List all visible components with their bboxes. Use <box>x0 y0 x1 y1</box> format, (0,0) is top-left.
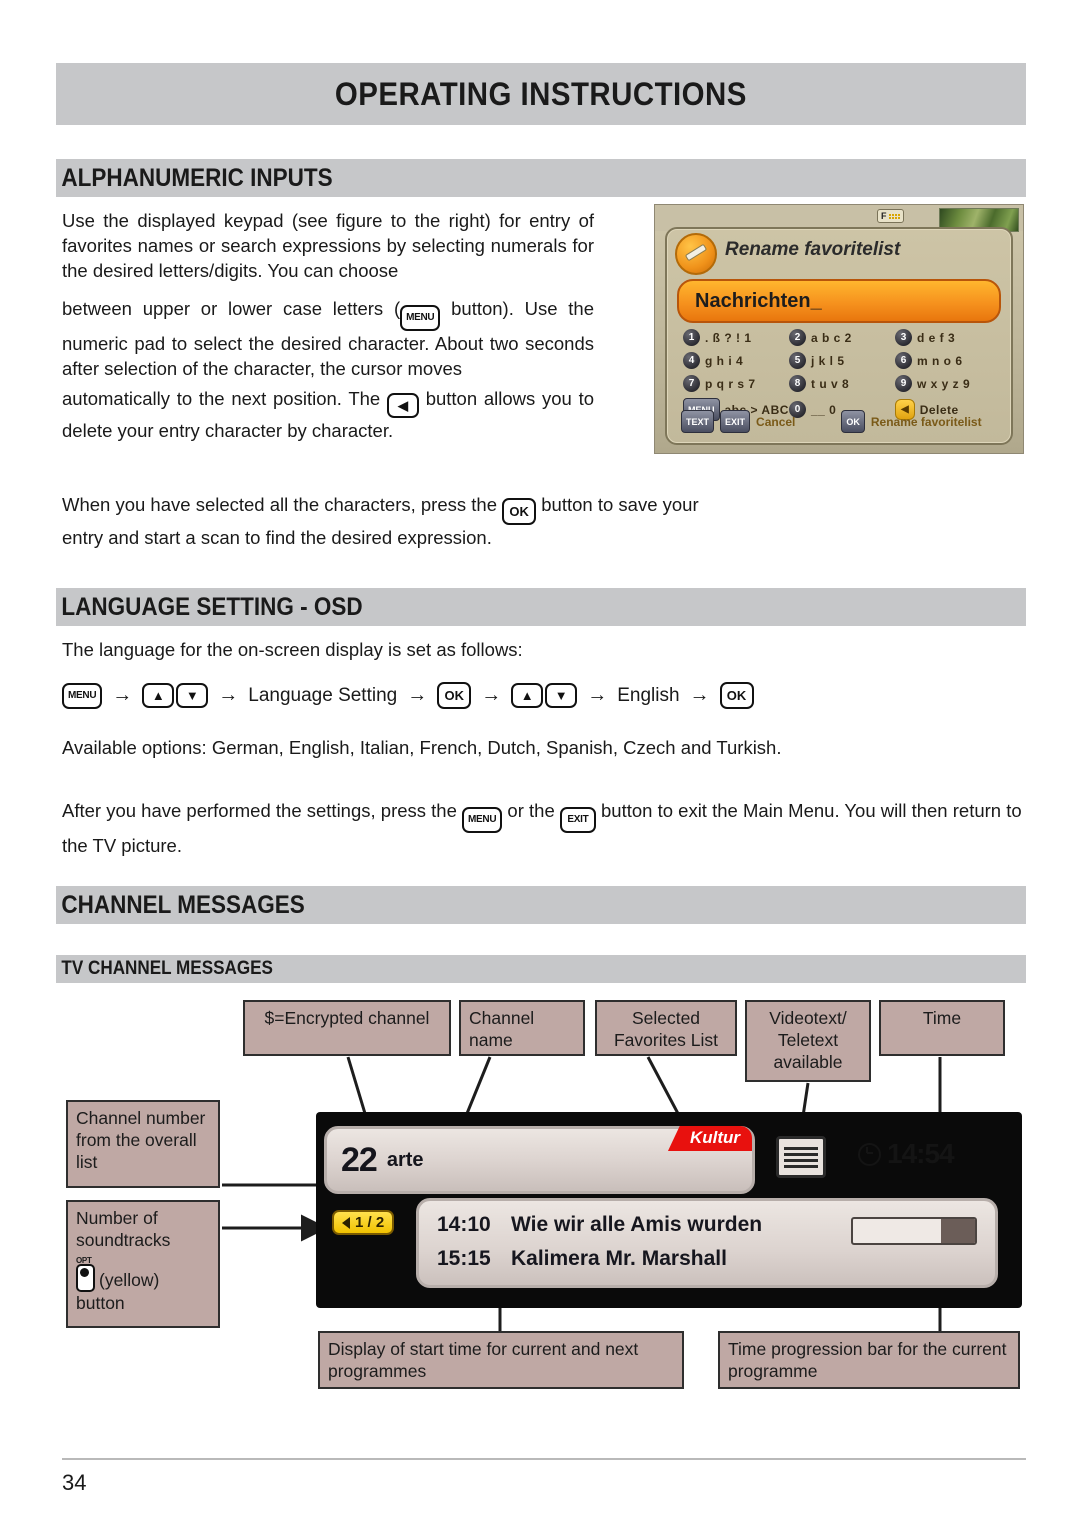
programme-next-time: 15:15 <box>437 1247 491 1270</box>
callout-start-time: Display of start time for current and ne… <box>318 1331 684 1389</box>
programme-next: 15:15 Kalimera Mr. Marshall <box>437 1242 995 1276</box>
callout-line: soundtracks <box>76 1230 171 1250</box>
callout-videotext-available: Videotext/ Teletext available <box>745 1000 871 1082</box>
callout-line: (yellow) <box>99 1270 160 1290</box>
progress-fill <box>940 1219 975 1243</box>
callout-encrypted-channel: $=Encrypted channel <box>243 1000 451 1056</box>
tv-channel-name: arte <box>386 1148 424 1171</box>
programme-now-time: 14:10 <box>437 1213 491 1236</box>
tv-clock: 14:54 <box>858 1138 955 1170</box>
callout-favorites-list: Selected Favorites List <box>595 1000 737 1056</box>
time-progression-bar <box>851 1217 977 1245</box>
teletext-icon <box>776 1136 826 1178</box>
tv-channel-banner-figure: 22 arte Kultur 14:54 1 / 2 14:10 Wie wir … <box>316 1112 1022 1308</box>
callout-time: Time <box>879 1000 1005 1056</box>
callout-line: Number of <box>76 1208 158 1228</box>
callout-channel-number: Channel number from the overall list <box>66 1100 220 1188</box>
footer-divider <box>62 1458 1026 1460</box>
clock-icon <box>858 1142 881 1166</box>
programme-now-title: Wie wir alle Amis wurden <box>511 1213 763 1236</box>
page-number: 34 <box>62 1470 87 1495</box>
speaker-icon <box>342 1216 350 1229</box>
tv-banner-programme-row: 14:10 Wie wir alle Amis wurden 15:15 Kalim… <box>416 1198 998 1288</box>
tv-banner-channel-row: 22 arte Kultur <box>324 1126 755 1194</box>
programme-next-title: Kalimera Mr. Marshall <box>511 1247 727 1270</box>
callout-soundtracks: Number of soundtracks OPT (yellow) butto… <box>66 1200 220 1328</box>
callout-channel-name: Channel name <box>459 1000 585 1056</box>
tv-favorites-list-badge: Kultur <box>667 1126 752 1151</box>
tv-channel-number: 22 <box>341 1140 378 1179</box>
soundtrack-badge: 1 / 2 <box>332 1210 395 1235</box>
callout-progress-bar: Time progression bar for the current pro… <box>718 1331 1020 1389</box>
opt-key-icon <box>76 1264 95 1292</box>
tv-clock-value: 14:54 <box>887 1138 955 1169</box>
callout-line: button <box>76 1293 125 1313</box>
soundtrack-count: 1 / 2 <box>355 1214 385 1231</box>
tv-banner-inner: 22 arte Kultur 14:54 1 / 2 14:10 Wie wir … <box>324 1122 1014 1298</box>
document-page: OPERATING INSTRUCTIONS ALPHANUMERIC INPU… <box>0 0 1080 1524</box>
opt-key-label: OPT <box>76 1256 92 1265</box>
opt-button-row: OPT (yellow) <box>76 1257 210 1292</box>
